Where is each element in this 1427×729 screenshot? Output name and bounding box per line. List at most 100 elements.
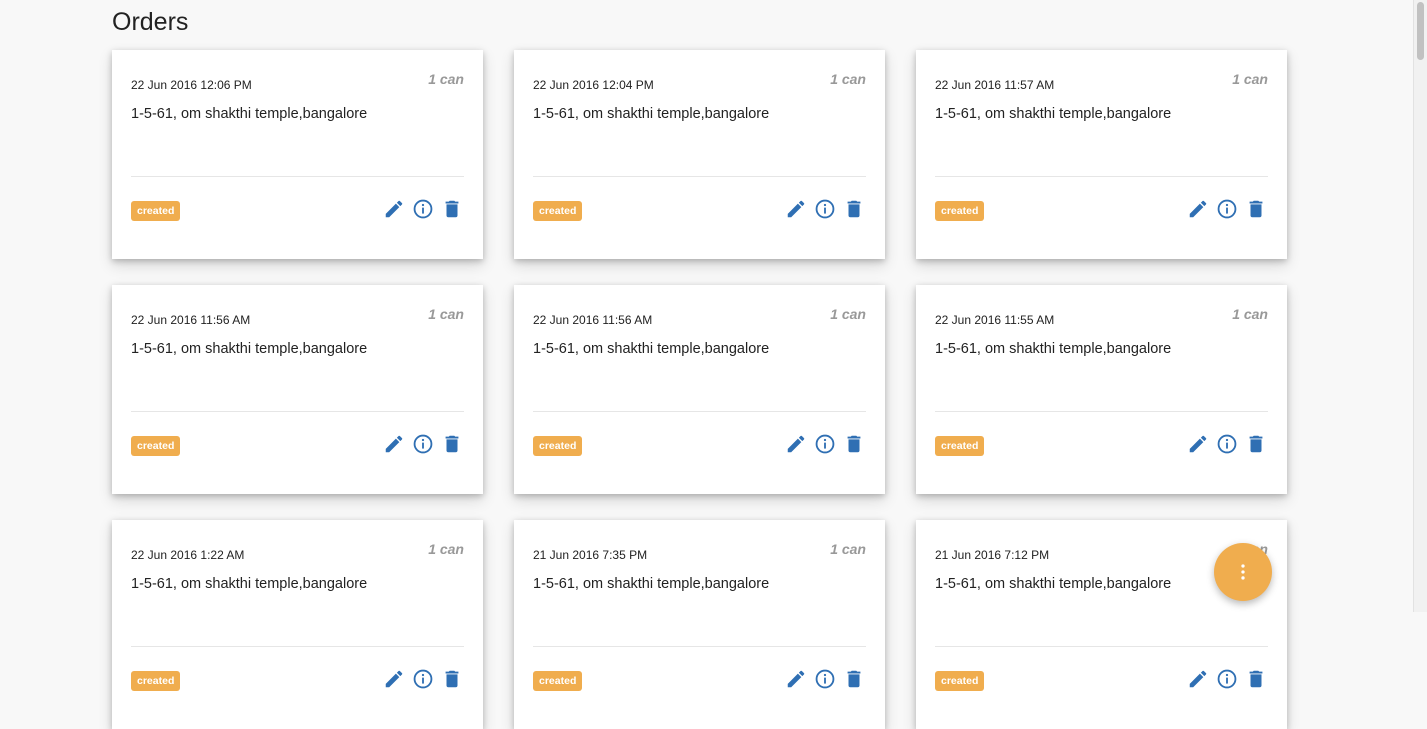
card-divider <box>935 176 1268 177</box>
pencil-icon <box>383 198 405 225</box>
order-date: 22 Jun 2016 12:04 PM <box>533 78 654 92</box>
delete-button[interactable] <box>843 200 865 222</box>
order-card[interactable]: 21 Jun 2016 7:35 PM 1 can 1-5-61, om shakt… <box>514 520 885 729</box>
info-button[interactable] <box>814 433 836 460</box>
order-address: 1-5-61, om shakthi temple,bangalore <box>935 576 1172 592</box>
order-card[interactable]: 22 Jun 2016 11:55 AM 1 can 1-5-61, om shak… <box>916 285 1287 494</box>
order-card[interactable]: 22 Jun 2016 11:56 AM 1 can 1-5-61, om shak… <box>112 285 483 494</box>
pencil-icon <box>383 668 405 695</box>
trash-icon <box>1245 433 1267 460</box>
info-icon <box>412 668 434 695</box>
order-date: 22 Jun 2016 11:55 AM <box>935 313 1055 327</box>
order-quantity: 1 can <box>428 541 464 557</box>
order-card[interactable]: 22 Jun 2016 11:57 AM 1 can 1-5-61, om shak… <box>916 50 1287 259</box>
delete-button[interactable] <box>1245 435 1267 457</box>
info-icon <box>814 668 836 695</box>
delete-button[interactable] <box>441 200 463 222</box>
card-divider <box>533 646 866 647</box>
delete-button[interactable] <box>441 435 463 457</box>
info-button[interactable] <box>412 198 434 225</box>
order-quantity: 1 can <box>1232 306 1268 322</box>
order-date: 22 Jun 2016 11:56 AM <box>131 313 251 327</box>
order-address: 1-5-61, om shakthi temple,bangalore <box>131 106 368 122</box>
trash-icon <box>441 668 463 695</box>
edit-button[interactable] <box>383 670 405 692</box>
card-actions <box>383 433 463 460</box>
order-quantity: 1 can <box>830 71 866 87</box>
edit-button[interactable] <box>785 200 807 222</box>
order-address: 1-5-61, om shakthi temple,bangalore <box>935 341 1172 357</box>
order-date: 22 Jun 2016 11:57 AM <box>935 78 1055 92</box>
pencil-icon <box>1187 668 1209 695</box>
scrollbar[interactable] <box>1413 0 1427 612</box>
delete-button[interactable] <box>1245 200 1267 222</box>
info-button[interactable] <box>814 668 836 695</box>
trash-icon <box>441 198 463 225</box>
edit-button[interactable] <box>1187 200 1209 222</box>
info-button[interactable] <box>814 199 836 222</box>
info-icon <box>1216 433 1238 460</box>
card-actions <box>383 198 463 225</box>
order-quantity: 1 can <box>428 306 464 322</box>
edit-button[interactable] <box>383 435 405 457</box>
order-date: 22 Jun 2016 11:56 AM <box>533 313 653 327</box>
info-icon <box>814 433 836 460</box>
more-actions-fab[interactable] <box>1214 543 1272 601</box>
trash-icon <box>1245 668 1267 695</box>
info-button[interactable] <box>412 668 434 695</box>
trash-icon <box>843 198 865 225</box>
card-divider <box>935 646 1268 647</box>
order-address: 1-5-61, om shakthi temple,bangalore <box>533 576 770 592</box>
info-icon <box>412 433 434 460</box>
info-button[interactable] <box>1216 199 1238 222</box>
order-date: 22 Jun 2016 1:22 AM <box>131 548 245 562</box>
delete-button[interactable] <box>441 670 463 692</box>
pencil-icon <box>1187 433 1209 460</box>
info-button[interactable] <box>1216 433 1238 460</box>
order-card[interactable]: 22 Jun 2016 1:22 AM 1 can 1-5-61, om shakt… <box>112 520 483 729</box>
card-actions <box>785 199 865 222</box>
status-badge: created <box>935 201 985 221</box>
edit-button[interactable] <box>785 670 807 692</box>
trash-icon <box>441 433 463 460</box>
order-quantity: 1 can <box>1232 71 1268 87</box>
order-quantity: 1 can <box>428 71 464 87</box>
pencil-icon <box>1187 198 1209 225</box>
card-actions <box>383 668 463 695</box>
order-address: 1-5-61, om shakthi temple,bangalore <box>533 106 770 122</box>
card-divider <box>533 411 866 412</box>
page-title: Orders <box>112 8 189 36</box>
trash-icon <box>843 433 865 460</box>
status-badge: created <box>935 671 985 691</box>
info-button[interactable] <box>1216 668 1238 695</box>
more-vertical-icon <box>1241 564 1245 580</box>
info-button[interactable] <box>412 433 434 460</box>
edit-button[interactable] <box>1187 435 1209 457</box>
order-address: 1-5-61, om shakthi temple,bangalore <box>533 341 770 357</box>
info-icon <box>412 198 434 225</box>
status-badge: created <box>533 436 583 456</box>
edit-button[interactable] <box>1187 670 1209 692</box>
order-card[interactable]: 22 Jun 2016 11:56 AM 1 can 1-5-61, om shak… <box>514 285 885 494</box>
status-badge: created <box>131 671 181 691</box>
order-quantity: 1 can <box>830 306 866 322</box>
order-card[interactable]: 22 Jun 2016 12:04 PM 1 can 1-5-61, om shak… <box>514 50 885 259</box>
info-icon <box>1216 668 1238 695</box>
card-actions <box>1187 433 1267 460</box>
card-divider <box>533 176 866 177</box>
scrollbar-thumb[interactable] <box>1417 2 1424 60</box>
edit-button[interactable] <box>785 435 807 457</box>
card-actions <box>1187 199 1267 222</box>
orders-grid: 22 Jun 2016 12:06 PM 1 can 1-5-61, om shak… <box>112 50 1287 729</box>
delete-button[interactable] <box>843 670 865 692</box>
edit-button[interactable] <box>383 200 405 222</box>
status-badge: created <box>131 201 181 221</box>
card-divider <box>935 411 1268 412</box>
delete-button[interactable] <box>1245 670 1267 692</box>
order-quantity: 1 can <box>830 541 866 557</box>
order-address: 1-5-61, om shakthi temple,bangalore <box>131 341 368 357</box>
status-badge: created <box>935 436 985 456</box>
card-actions <box>785 668 865 695</box>
order-card[interactable]: 22 Jun 2016 12:06 PM 1 can 1-5-61, om shak… <box>112 50 483 259</box>
delete-button[interactable] <box>843 435 865 457</box>
